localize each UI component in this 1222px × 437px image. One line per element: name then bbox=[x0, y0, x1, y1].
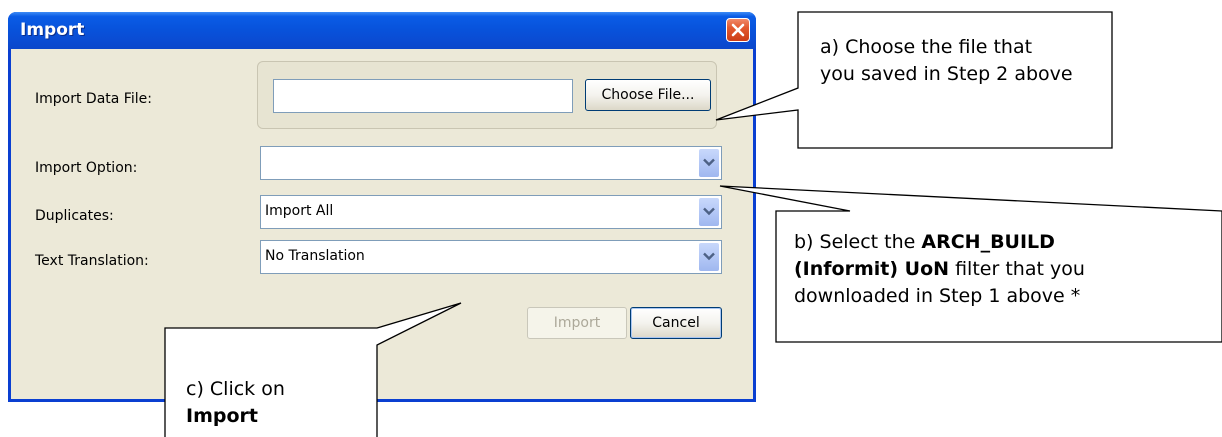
callout-a-line2: you saved in Step 2 above bbox=[820, 63, 1073, 85]
callout-c-line2: Import bbox=[186, 403, 285, 430]
text-translation-label: Text Translation: bbox=[35, 253, 149, 269]
title-bar[interactable]: Import bbox=[8, 12, 756, 49]
duplicates-value: Import All bbox=[265, 203, 334, 219]
choose-file-button[interactable]: Choose File... bbox=[585, 79, 711, 111]
text-translation-dropdown-button[interactable] bbox=[699, 243, 719, 271]
import-option-dropdown-button[interactable] bbox=[699, 149, 719, 177]
import-dialog: Import Import Data File: Choose File... … bbox=[8, 12, 756, 402]
chevron-down-icon bbox=[703, 158, 715, 167]
callout-b-text: b) Select the ARCH_BUILD (Informit) UoN … bbox=[794, 229, 1085, 310]
duplicates-label: Duplicates: bbox=[35, 208, 114, 224]
import-data-file-label: Import Data File: bbox=[35, 91, 152, 107]
close-icon bbox=[731, 23, 745, 37]
callout-b-line3: downloaded in Step 1 above * bbox=[794, 285, 1081, 307]
callout-c-line1: c) Click on bbox=[186, 378, 285, 400]
dialog-title: Import bbox=[20, 20, 85, 40]
callout-b-line1-prefix: b) Select the bbox=[794, 231, 922, 253]
import-option-label: Import Option: bbox=[35, 160, 138, 176]
callout-b-line2: (Informit) UoN filter that you bbox=[794, 256, 1085, 283]
callout-c-line2-bold: Import bbox=[186, 405, 258, 427]
callout-b-line1: b) Select the ARCH_BUILD bbox=[794, 229, 1085, 256]
import-data-file-input[interactable] bbox=[273, 79, 573, 113]
chevron-down-icon bbox=[703, 207, 715, 216]
callout-b-line1-bold: ARCH_BUILD bbox=[921, 231, 1055, 253]
text-translation-select[interactable]: No Translation bbox=[260, 240, 722, 274]
duplicates-select[interactable]: Import All bbox=[260, 195, 722, 229]
callout-a-line1: a) Choose the file that bbox=[820, 36, 1033, 58]
dialog-body: Import Data File: Choose File... Import … bbox=[11, 49, 753, 399]
text-translation-value: No Translation bbox=[265, 248, 365, 264]
close-button[interactable] bbox=[726, 18, 750, 42]
chevron-down-icon bbox=[703, 252, 715, 261]
duplicates-dropdown-button[interactable] bbox=[699, 198, 719, 226]
callout-a-text: a) Choose the file that you saved in Ste… bbox=[820, 34, 1073, 88]
callout-b-line2-suffix: filter that you bbox=[949, 258, 1085, 280]
callout-b-line2-bold: (Informit) UoN bbox=[794, 258, 950, 280]
callout-c-text: c) Click on Import bbox=[186, 376, 285, 430]
import-option-select[interactable] bbox=[260, 146, 722, 180]
import-button[interactable]: Import bbox=[527, 307, 627, 339]
cancel-button[interactable]: Cancel bbox=[630, 307, 722, 339]
